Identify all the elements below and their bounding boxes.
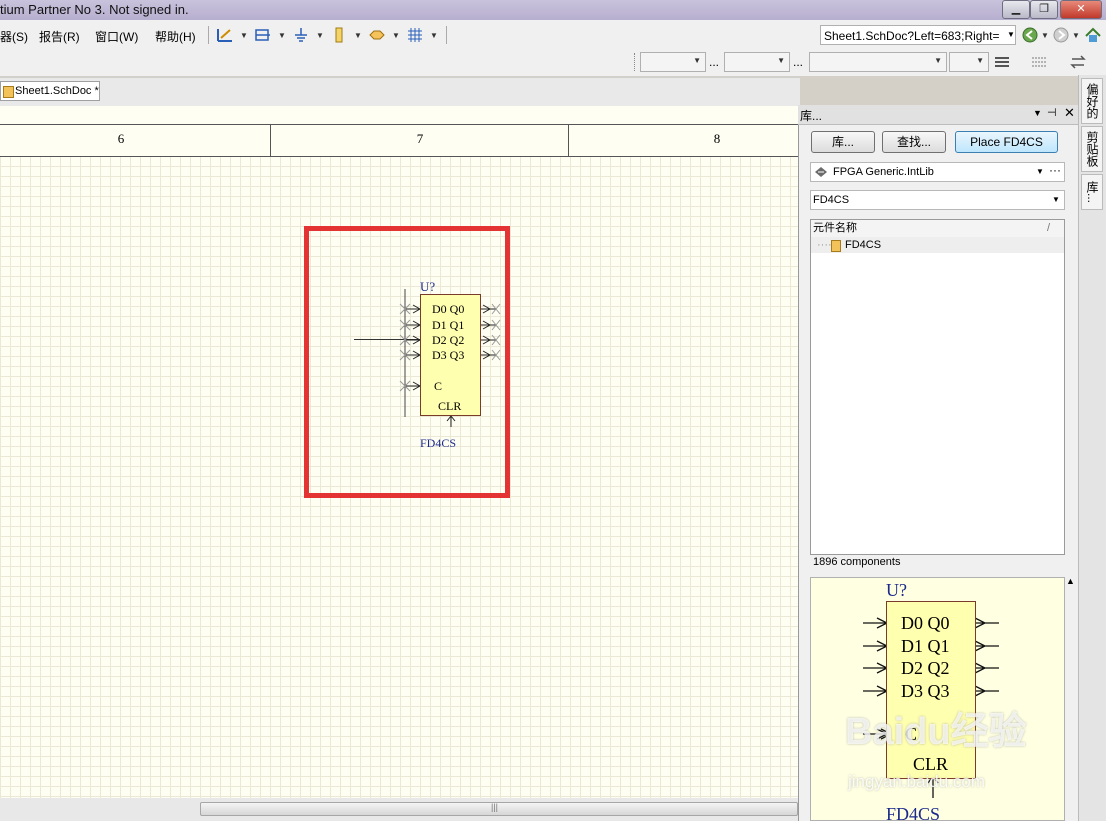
home-icon[interactable] <box>1084 26 1102 44</box>
filter-combo-3[interactable]: ▼ <box>809 52 947 72</box>
preview-pin-row: D3 Q3 <box>901 681 950 701</box>
document-tab-bar <box>0 77 800 106</box>
filter-combo-1[interactable]: ▼ <box>640 52 706 72</box>
tab-sheet1[interactable]: Sheet1.SchDoc * <box>0 81 100 101</box>
pin-icon[interactable]: ⊣ <box>1047 106 1057 119</box>
ruler-zone-label: 6 <box>117 131 125 146</box>
swap-icon[interactable] <box>1070 55 1086 69</box>
minimize-button[interactable]: ▁ <box>1002 0 1030 19</box>
component-icon <box>831 240 841 252</box>
toolbar-separator <box>208 26 209 44</box>
forward-arrow-icon[interactable] <box>1052 26 1070 44</box>
ruler-zone-label: 8 <box>568 124 798 156</box>
panel-menu-icon[interactable]: ▼ <box>1033 108 1042 118</box>
chevron-down-icon[interactable]: ▼ <box>278 31 286 40</box>
filter-input[interactable]: FD4CS ▼ <box>810 190 1065 210</box>
more-options-button[interactable]: ··· <box>1049 163 1061 177</box>
wire-tool-icon[interactable] <box>216 26 234 44</box>
filter-combo-2[interactable]: ▼ <box>724 52 790 72</box>
chevron-down-icon[interactable]: ▼ <box>1041 31 1049 40</box>
sort-indicator: / <box>1047 222 1051 234</box>
preview-pin-row: D2 Q2 <box>901 658 950 678</box>
port-icon[interactable] <box>368 26 386 44</box>
chevron-down-icon[interactable]: ▼ <box>1036 163 1044 181</box>
part-icon[interactable] <box>330 26 348 44</box>
ruler-zone-label: 7 <box>270 124 569 156</box>
distribute-icon[interactable] <box>1031 55 1047 69</box>
preview-designator: U? <box>886 580 907 600</box>
chevron-down-icon[interactable]: ▼ <box>1072 31 1080 40</box>
menu-item-tools[interactable]: 器(S) <box>0 28 28 45</box>
chevron-down-icon[interactable]: ▼ <box>354 31 362 40</box>
list-item-label: FD4CS <box>845 239 882 251</box>
toolbar-grip <box>634 53 637 71</box>
chevron-down-icon[interactable]: ▼ <box>240 31 248 40</box>
libraries-button[interactable]: 库... <box>811 131 875 153</box>
chevron-down-icon[interactable]: ▼ <box>1007 30 1015 39</box>
toolbar-separator <box>446 26 447 44</box>
close-button[interactable]: ✕ <box>1060 0 1102 19</box>
panel-title: 库... <box>800 109 823 123</box>
watermark-url: jingyan.baidu.com <box>848 772 986 791</box>
tab-label: Sheet1.SchDoc * <box>15 85 99 97</box>
close-icon[interactable]: ✕ <box>1064 105 1075 121</box>
preview-pin-row: D1 Q1 <box>901 636 950 656</box>
maximize-button[interactable]: ❐ <box>1030 0 1058 19</box>
tab-favorites[interactable]: 偏好的 <box>1081 78 1103 124</box>
back-arrow-icon[interactable] <box>1021 26 1039 44</box>
panel-header: 库... ▼ ⊣ ✕ <box>798 105 1078 125</box>
component-list[interactable]: 元件名称 / ···· FD4CS <box>810 219 1065 555</box>
menu-item-help[interactable]: 帮助(H) <box>155 28 196 45</box>
watermark-logo: Baidu经验 <box>845 711 1027 753</box>
search-button[interactable]: 查找... <box>882 131 946 153</box>
preview-pin-row: D0 Q0 <box>901 613 950 633</box>
list-item[interactable]: ···· FD4CS <box>811 237 1064 253</box>
schematic-document-icon <box>3 86 14 98</box>
window-title: tium Partner No 3. Not signed in. <box>0 2 189 17</box>
collapse-icon[interactable]: ▲ <box>1066 576 1075 586</box>
highlight-box <box>304 226 510 498</box>
chevron-down-icon[interactable]: ▼ <box>430 31 438 40</box>
preview-comment: FD4CS <box>886 804 941 821</box>
column-header-name: 元件名称 <box>813 222 857 234</box>
menu-item-reports[interactable]: 报告(R) <box>39 28 80 45</box>
filter-combo-4[interactable]: ▼ <box>949 52 989 72</box>
ground-icon[interactable] <box>292 26 310 44</box>
list-header[interactable]: 元件名称 / <box>811 220 1064 238</box>
chevron-down-icon[interactable]: ▼ <box>1052 191 1060 209</box>
scrollbar-thumb[interactable]: ||| <box>200 802 798 816</box>
grid-icon[interactable] <box>406 26 424 44</box>
chevron-down-icon[interactable]: ▼ <box>316 31 324 40</box>
ellipsis-button[interactable]: ... <box>709 55 719 69</box>
ellipsis-button[interactable]: ... <box>793 55 803 69</box>
align-icon[interactable] <box>994 55 1010 69</box>
library-icon <box>815 167 827 177</box>
title-bar: tium Partner No 3. Not signed in. ▁ ❐ ✕ <box>0 0 1106 20</box>
chevron-down-icon[interactable]: ▼ <box>392 31 400 40</box>
library-select[interactable]: FPGA Generic.IntLib ▼ <box>810 162 1065 182</box>
address-input[interactable]: Sheet1.SchDoc?Left=683;Right= <box>820 25 1016 45</box>
grip-icon: ||| <box>491 802 499 812</box>
component-count: 1896 components <box>813 556 901 568</box>
menu-item-window[interactable]: 窗口(W) <box>95 28 138 45</box>
place-component-button[interactable]: Place FD4CS <box>955 131 1058 153</box>
tree-line: ···· <box>817 239 832 251</box>
bus-tool-icon[interactable] <box>254 26 272 44</box>
tab-libraries[interactable]: 库... <box>1081 174 1103 210</box>
sheet-border-ruler: 6 7 8 <box>0 106 798 157</box>
tab-clipboard[interactable]: 剪贴板 <box>1081 126 1103 172</box>
